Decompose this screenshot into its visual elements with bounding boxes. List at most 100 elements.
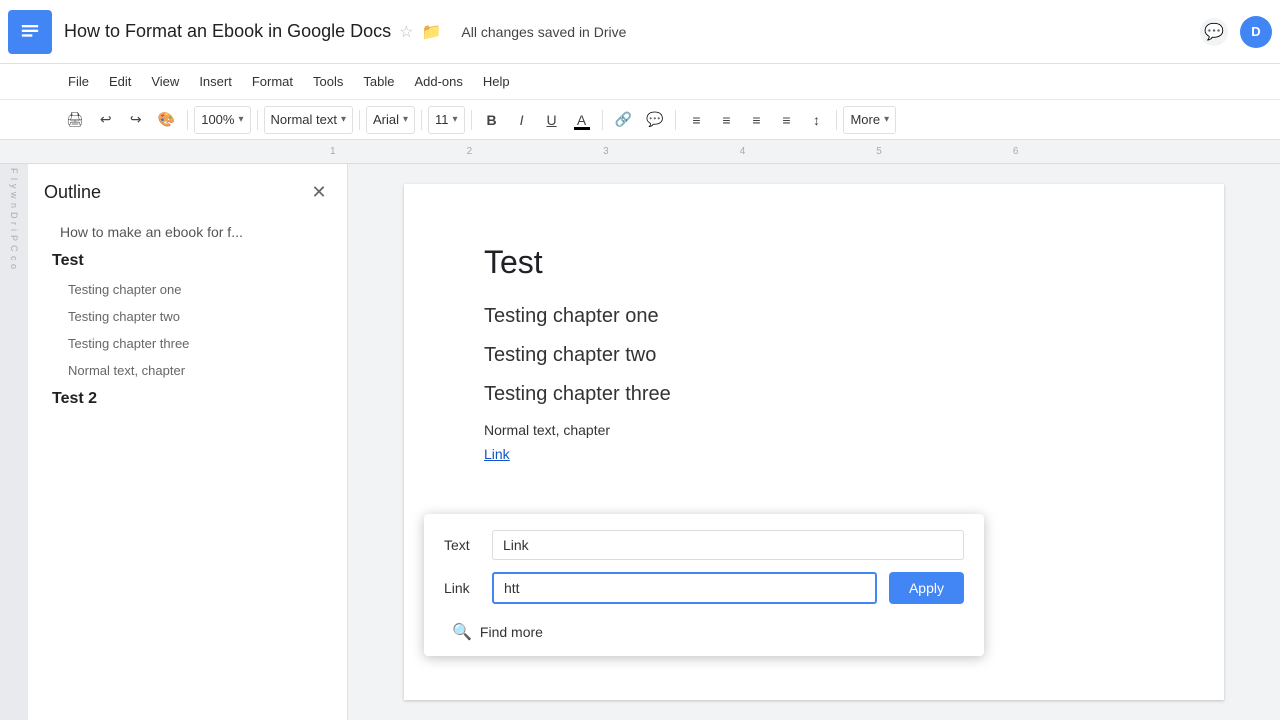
font-dropdown[interactable]: Arial ▾ [366, 106, 415, 134]
separator-8 [836, 110, 837, 130]
strip-iv: i [9, 229, 19, 231]
find-more-label: Find more [480, 624, 543, 640]
link-text-row: Text [444, 530, 964, 560]
link-btn[interactable]: 🔗 [609, 106, 638, 134]
align-right-btn[interactable]: ≡ [742, 106, 770, 134]
font-arrow: ▾ [403, 114, 408, 125]
doc-section-1: Testing chapter two [484, 344, 1144, 367]
strip-driv: D [9, 212, 19, 219]
strip-riv: r [9, 222, 19, 225]
ruler-marks: 1 2 3 4 5 6 [330, 146, 1018, 157]
separator-3 [359, 110, 360, 130]
fontsize-arrow: ▾ [453, 114, 458, 125]
link-url-row: Link Apply [444, 572, 964, 604]
underline-btn[interactable]: U [538, 106, 566, 134]
chat-icon[interactable]: 💬 [1200, 18, 1228, 46]
ruler-mark-2: 2 [467, 146, 473, 157]
star-icon[interactable]: ☆ [399, 22, 413, 42]
fontsize-value: 11 [435, 112, 449, 127]
link-popup: Text Link Apply 🔍 Find more [424, 514, 984, 656]
doc-page[interactable]: Test Testing chapter one Testing chapter… [404, 184, 1224, 700]
outline-item-3[interactable]: Testing chapter two [44, 305, 331, 328]
apply-button[interactable]: Apply [889, 572, 964, 604]
user-avatar[interactable]: D [1240, 16, 1272, 48]
doc-section-3: Normal text, chapter [484, 422, 1144, 438]
menu-file[interactable]: File [60, 70, 97, 93]
menu-addons[interactable]: Add-ons [406, 70, 470, 93]
justify-btn[interactable]: ≡ [772, 106, 800, 134]
zoom-value: 100% [201, 112, 234, 127]
sidebar: Outline ✕ How to make an ebook for f... … [28, 164, 348, 720]
menu-view[interactable]: View [143, 70, 187, 93]
ruler: 1 2 3 4 5 6 [0, 140, 1280, 164]
strip-y: y [9, 184, 19, 189]
separator-4 [421, 110, 422, 130]
print-btn[interactable]: 🖨 [60, 106, 90, 134]
zoom-arrow: ▾ [238, 114, 243, 125]
separator-2 [257, 110, 258, 130]
doc-title[interactable]: How to Format an Ebook in Google Docs [64, 21, 391, 42]
doc-area[interactable]: Test Testing chapter one Testing chapter… [348, 164, 1280, 720]
strip-curr: c [9, 256, 19, 261]
doc-section-2: Testing chapter three [484, 383, 1144, 406]
fontsize-dropdown[interactable]: 11 ▾ [428, 106, 465, 134]
menu-format[interactable]: Format [244, 70, 301, 93]
zoom-dropdown[interactable]: 100% ▾ [194, 106, 250, 134]
more-btn[interactable]: More ▾ [843, 106, 896, 134]
separator-7 [675, 110, 676, 130]
outline-item-2[interactable]: Testing chapter one [44, 278, 331, 301]
style-arrow: ▾ [341, 114, 346, 125]
outline-item-4[interactable]: Testing chapter three [44, 332, 331, 355]
italic-btn[interactable]: I [508, 106, 536, 134]
menu-bar: File Edit View Insert Format Tools Table… [0, 64, 1280, 100]
menu-tools[interactable]: Tools [305, 70, 351, 93]
doc-section-0: Testing chapter one [484, 305, 1144, 328]
sidebar-close-btn[interactable]: ✕ [307, 180, 331, 204]
separator-5 [471, 110, 472, 130]
outline-item-6[interactable]: Test 2 [44, 386, 331, 412]
redo-btn[interactable]: ↪ [122, 106, 150, 134]
menu-help[interactable]: Help [475, 70, 518, 93]
ruler-mark-1: 1 [330, 146, 336, 157]
main-area: F l y w n D r i P C c o Outline ✕ How to… [0, 164, 1280, 720]
doc-link-text[interactable]: Link [484, 446, 510, 462]
outline-item-5[interactable]: Normal text, chapter [44, 359, 331, 382]
more-arrow: ▾ [884, 114, 889, 125]
link-text-input[interactable] [492, 530, 964, 560]
strip-c: C [9, 245, 19, 252]
align-center-btn[interactable]: ≡ [712, 106, 740, 134]
find-more-item[interactable]: 🔍 Find more [444, 616, 964, 648]
outline-item-0[interactable]: How to make an ebook for f... [44, 220, 331, 244]
ruler-mark-5: 5 [876, 146, 882, 157]
ruler-mark-4: 4 [740, 146, 746, 157]
style-dropdown[interactable]: Normal text ▾ [264, 106, 354, 134]
outline-item-1[interactable]: Test [44, 248, 331, 274]
paint-format-btn[interactable]: 🎨 [152, 106, 181, 134]
sidebar-title: Outline [44, 182, 101, 203]
strip-ly: l [9, 178, 19, 180]
link-url-label: Link [444, 580, 492, 596]
sidebar-header: Outline ✕ [44, 180, 331, 204]
strip-fly: F [9, 168, 19, 174]
title-bar: How to Format an Ebook in Google Docs ☆ … [0, 0, 1280, 64]
left-strip: F l y w n D r i P C c o [0, 164, 28, 720]
text-color-icon: A [577, 112, 586, 128]
folder-icon[interactable]: 📁 [422, 22, 442, 42]
line-spacing-btn[interactable]: ↕ [802, 106, 830, 134]
align-left-btn[interactable]: ≡ [682, 106, 710, 134]
separator-1 [187, 110, 188, 130]
undo-btn[interactable]: ↩ [92, 106, 120, 134]
comment-btn[interactable]: 💬 [640, 106, 669, 134]
text-color-btn[interactable]: A [568, 106, 596, 134]
app-icon [8, 10, 52, 54]
separator-6 [602, 110, 603, 130]
link-url-input[interactable] [492, 572, 877, 604]
user-area: 💬 D [1200, 16, 1272, 48]
style-value: Normal text [271, 112, 337, 127]
link-text-label: Text [444, 537, 492, 553]
menu-table[interactable]: Table [355, 70, 402, 93]
bold-btn[interactable]: B [478, 106, 506, 134]
toolbar: 🖨 ↩ ↪ 🎨 100% ▾ Normal text ▾ Arial ▾ 11 … [0, 100, 1280, 140]
menu-insert[interactable]: Insert [191, 70, 240, 93]
menu-edit[interactable]: Edit [101, 70, 139, 93]
